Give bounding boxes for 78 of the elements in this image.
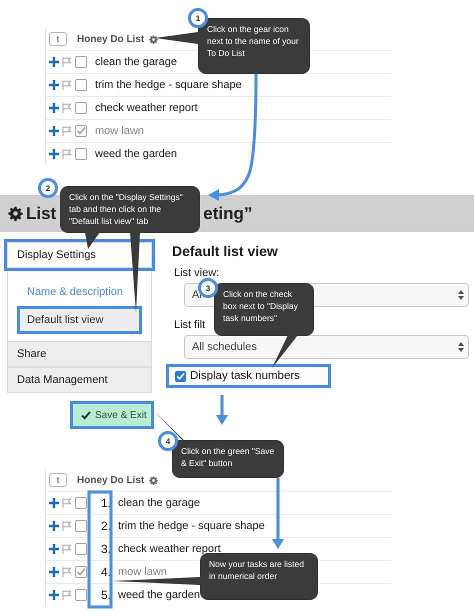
task-text: trim the hedge - square shape [118,520,265,532]
list-title: Honey Do List [77,34,144,44]
task-number: 3. [100,542,111,556]
section-title: Default list view [172,243,279,259]
checkbox[interactable] [75,520,87,532]
settings-icon[interactable] [8,206,23,221]
plus-icon[interactable] [49,57,59,67]
step-badge: 2 [38,178,58,198]
checkbox[interactable] [75,56,87,68]
flag-icon[interactable] [62,126,72,136]
display-task-numbers-checkbox[interactable]: Display task numbers [166,364,331,388]
plus-icon[interactable] [49,126,59,136]
checkbox[interactable] [75,497,87,509]
settings-icon[interactable] [149,34,158,44]
save-exit-button[interactable]: Save & Exit [70,401,154,429]
plus-icon[interactable] [49,521,59,531]
list-filter-select[interactable]: All schedules [184,335,469,359]
sidebar-tab[interactable]: Share [7,341,152,367]
field-label: List filt [174,319,206,331]
task-text: weed the garden [118,589,200,601]
field-label: List view: [174,267,220,279]
task-text: trim the hedge - square shape [95,79,242,91]
callout-pointer [155,32,198,44]
down-arrow [272,478,284,549]
task-number: 2. [100,519,111,533]
checkbox[interactable] [75,543,87,555]
step-tooltip: Click on the check box next to "Display task numbers" [214,283,314,336]
flag-icon[interactable] [62,544,72,554]
updown-icon [458,342,464,352]
checkbox[interactable] [75,589,87,601]
plus-icon[interactable] [49,80,59,90]
task-text: check weather report [95,102,198,114]
flag-icon[interactable] [62,498,72,508]
updown-icon [458,290,464,300]
plus-icon[interactable] [49,567,59,577]
task-text: clean the garage [95,56,177,68]
task-text: check weather report [118,543,221,555]
flag-icon[interactable] [62,567,72,577]
task-text: clean the garage [118,497,200,509]
flag-icon[interactable] [62,103,72,113]
plus-icon[interactable] [49,590,59,600]
task-text: weed the garden [95,148,177,160]
plus-icon[interactable] [49,149,59,159]
task-number: 1. [100,496,111,510]
checkbox[interactable] [175,370,186,382]
sort-button[interactable]: t [49,32,67,46]
callout-pointer [272,335,298,368]
step-badge: 4 [158,431,178,451]
flag-icon[interactable] [62,149,72,159]
down-arrow [216,395,228,425]
page-title: eting” [203,204,252,224]
task-text: mow lawn [118,566,167,578]
plus-icon[interactable] [49,498,59,508]
task-text: mow lawn [95,125,144,137]
step-tooltip: Now your tasks are listed in numerical order [200,553,318,600]
flag-icon[interactable] [62,80,72,90]
task-number: 5. [100,588,111,602]
sidebar-subtab[interactable]: Default list view [20,309,139,331]
sidebar-tab[interactable]: Display Settings [7,242,152,268]
page-title: List [26,204,56,224]
step-badge: 1 [188,8,208,28]
checkbox[interactable] [75,79,87,91]
list-title: Honey Do List [77,474,144,486]
plus-icon[interactable] [49,103,59,113]
flag-icon[interactable] [62,590,72,600]
checkbox[interactable] [75,566,87,578]
checkbox[interactable] [75,125,87,137]
flag-icon[interactable] [62,57,72,67]
plus-icon[interactable] [49,544,59,554]
step-tooltip: Click on the "Display Settings" tab and then click on the "Default list view" tab [60,186,200,233]
checkbox[interactable] [75,148,87,160]
flag-icon[interactable] [62,521,72,531]
check-icon [81,410,91,420]
checkbox[interactable] [75,102,87,114]
sidebar-tab[interactable]: Data Management [7,367,152,393]
task-number: 4. [100,565,111,579]
sort-button[interactable]: t [49,473,67,487]
settings-icon[interactable] [149,476,158,484]
